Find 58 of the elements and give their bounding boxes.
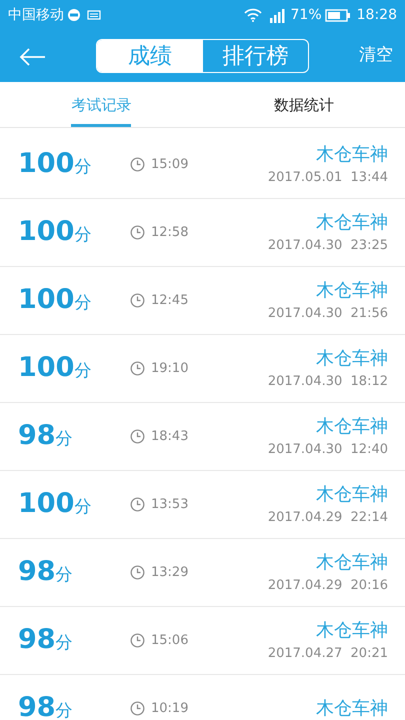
user-name: 木仓车神 bbox=[316, 143, 388, 168]
clock-icon bbox=[130, 361, 145, 376]
record-date: 2017.04.29 22:14 bbox=[268, 509, 388, 528]
clock-icon bbox=[130, 565, 145, 580]
duration-text: 12:45 bbox=[151, 292, 188, 310]
clock-icon bbox=[130, 701, 145, 716]
score-text: 100分 bbox=[18, 487, 92, 522]
clear-button[interactable]: 清空 bbox=[359, 43, 393, 69]
battery-icon bbox=[324, 8, 351, 22]
wifi-icon bbox=[244, 8, 262, 22]
record-date: 2017.04.30 21:56 bbox=[268, 305, 388, 324]
record-date: 2017.04.29 20:16 bbox=[268, 577, 388, 596]
score-text: 100分 bbox=[18, 147, 92, 182]
user-name: 木仓车神 bbox=[316, 483, 388, 508]
duration-text: 18:43 bbox=[151, 428, 188, 446]
user-name: 木仓车神 bbox=[316, 279, 388, 304]
signal-icon bbox=[268, 7, 286, 23]
duration-text: 13:53 bbox=[151, 496, 188, 514]
user-name: 木仓车神 bbox=[316, 551, 388, 576]
clock-icon bbox=[130, 293, 145, 308]
duration-text: 19:10 bbox=[151, 360, 188, 378]
record-date: 2017.04.30 18:12 bbox=[268, 373, 388, 392]
clock-icon bbox=[130, 429, 145, 444]
score-text: 100分 bbox=[18, 351, 92, 386]
score-text: 98分 bbox=[18, 555, 74, 590]
tab[interactable]: 数据统计 bbox=[274, 82, 334, 127]
record-date: 2017.05.01 13:44 bbox=[268, 169, 388, 188]
carrier-name: 中国移动 bbox=[8, 6, 64, 24]
record-date: 2017.04.30 23:25 bbox=[268, 237, 388, 256]
duration-text: 15:06 bbox=[151, 632, 188, 650]
app-icon bbox=[67, 8, 81, 22]
duration-text: 12:58 bbox=[151, 224, 188, 242]
back-arrow-icon bbox=[18, 46, 46, 67]
record-date: 2017.04.27 20:21 bbox=[268, 645, 388, 664]
clock-icon bbox=[130, 633, 145, 648]
clock-icon bbox=[130, 225, 145, 240]
keyboard-icon bbox=[87, 10, 101, 20]
clock-icon bbox=[130, 497, 145, 512]
record-date: 2017.04.30 12:40 bbox=[268, 441, 388, 460]
user-name: 木仓车神 bbox=[316, 347, 388, 372]
user-name: 木仓车神 bbox=[316, 211, 388, 236]
user-name: 木仓车神 bbox=[316, 619, 388, 644]
clock-time: 18:28 bbox=[356, 6, 397, 24]
duration-text: 15:09 bbox=[151, 156, 188, 174]
user-name: 木仓车神 bbox=[316, 415, 388, 440]
duration-text: 10:19 bbox=[151, 700, 188, 718]
segment-tab[interactable]: 成绩 bbox=[97, 40, 202, 72]
clock-icon bbox=[130, 157, 145, 172]
user-name: 木仓车神 bbox=[316, 697, 388, 720]
score-text: 100分 bbox=[18, 283, 92, 318]
score-text: 98分 bbox=[18, 419, 74, 454]
segment-tab[interactable]: 排行榜 bbox=[202, 40, 308, 72]
battery-percent: 71% bbox=[290, 6, 322, 24]
score-text: 98分 bbox=[18, 623, 74, 658]
score-text: 98分 bbox=[18, 691, 74, 720]
duration-text: 13:29 bbox=[151, 564, 188, 582]
tab[interactable]: 考试记录 bbox=[71, 82, 132, 127]
score-text: 100分 bbox=[18, 215, 92, 250]
